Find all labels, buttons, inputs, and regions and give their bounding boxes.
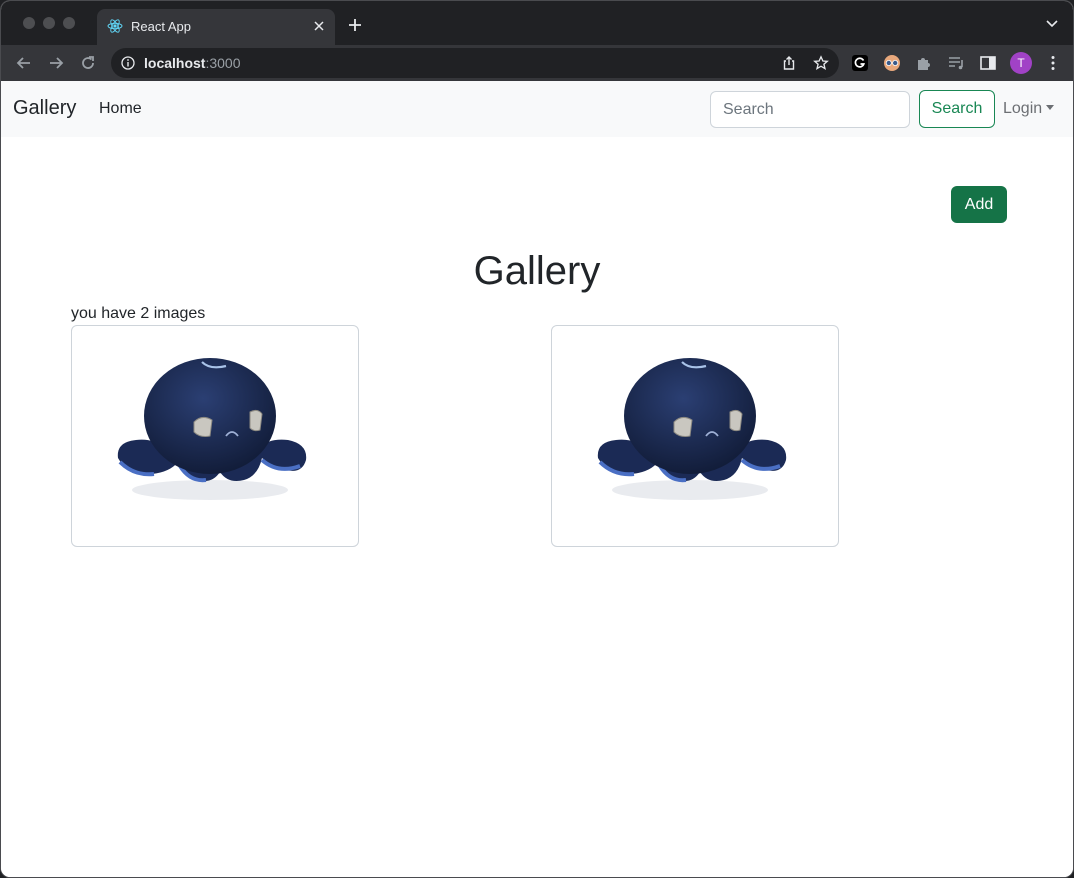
caret-down-icon (1046, 105, 1055, 110)
login-label: Login (1003, 100, 1043, 117)
profile-avatar[interactable]: T (1010, 52, 1032, 74)
image-count-text: you have 2 images (71, 305, 206, 322)
browser-tab[interactable]: React App (97, 9, 335, 45)
image-card[interactable] (551, 325, 839, 547)
url-port: :3000 (205, 55, 241, 71)
browser-window: React App localhost:3000 T Gallery Home … (0, 0, 1074, 878)
site-navbar: Gallery Home Search Login (1, 81, 1073, 137)
forward-arrow-icon[interactable] (47, 54, 65, 72)
tab-strip: React App (1, 1, 1073, 45)
share-icon[interactable] (781, 55, 797, 71)
octopus-plush-image (597, 358, 787, 500)
reload-icon[interactable] (79, 54, 97, 72)
close-tab-icon[interactable] (311, 18, 327, 34)
more-menu-icon[interactable] (1047, 54, 1059, 72)
info-icon[interactable] (121, 56, 135, 70)
address-bar[interactable]: localhost:3000 (111, 48, 839, 78)
side-panel-icon[interactable] (979, 54, 997, 72)
image-card[interactable] (71, 325, 359, 547)
extensions-puzzle-icon[interactable] (915, 54, 933, 72)
page-title: Gallery (473, 249, 601, 293)
zoom-window-button[interactable] (63, 17, 75, 29)
browser-toolbar: localhost:3000 T (1, 45, 1073, 81)
grammarly-extension-icon[interactable] (851, 54, 869, 72)
search-input[interactable] (710, 91, 910, 128)
minimize-window-button[interactable] (43, 17, 55, 29)
back-arrow-icon[interactable] (15, 54, 33, 72)
navbar-brand[interactable]: Gallery (13, 97, 76, 120)
url-host: localhost (144, 55, 206, 71)
tab-title: React App (131, 19, 191, 34)
web-page: Gallery Home Search Login Add Gallery yo… (1, 81, 1073, 877)
login-dropdown[interactable]: Login (1003, 100, 1055, 118)
add-button[interactable]: Add (951, 186, 1007, 223)
chevron-down-icon[interactable] (1045, 19, 1059, 29)
nav-link-home[interactable]: Home (99, 100, 142, 118)
media-control-icon[interactable] (947, 54, 965, 72)
url-text: localhost:3000 (144, 55, 241, 71)
spy-extension-icon[interactable] (883, 54, 901, 72)
bookmark-star-icon[interactable] (813, 55, 829, 71)
close-window-button[interactable] (23, 17, 35, 29)
search-button[interactable]: Search (919, 90, 995, 128)
octopus-plush-image (117, 358, 307, 500)
new-tab-icon[interactable] (347, 17, 363, 33)
react-icon (107, 19, 123, 33)
